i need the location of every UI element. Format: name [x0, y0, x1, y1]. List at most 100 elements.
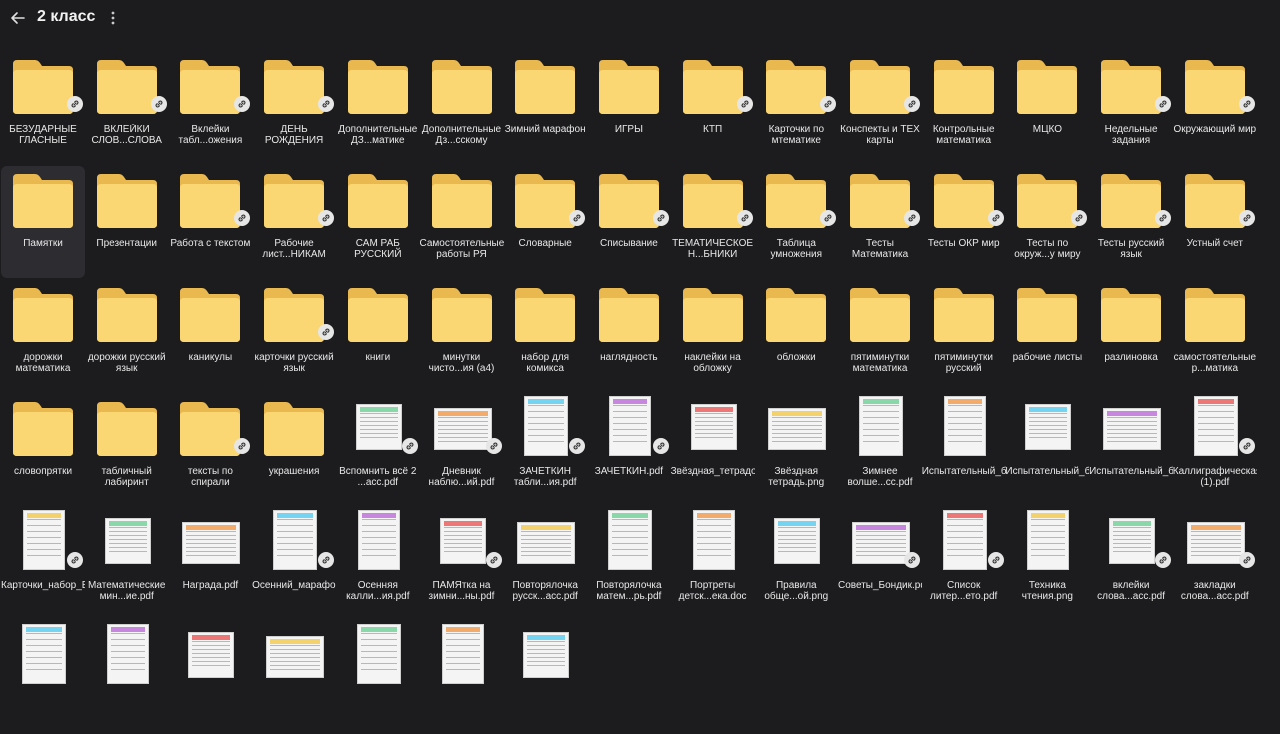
- folder-item[interactable]: Недельные задания: [1089, 52, 1173, 164]
- shared-link-icon: [485, 438, 502, 454]
- folder-item[interactable]: ДЕНЬ РОЖДЕНИЯ: [252, 52, 336, 164]
- folder-item[interactable]: Самостоятельные работы РЯ: [420, 166, 504, 278]
- folder-item[interactable]: ТЕМАТИЧЕСКОЕ Н...БНИКИ: [671, 166, 755, 278]
- file-item[interactable]: [168, 622, 252, 734]
- folder-item[interactable]: Дополнительные Дз...сскому: [420, 52, 504, 164]
- folder-item[interactable]: набор для комикса: [503, 280, 587, 392]
- folder-item[interactable]: Презентации: [85, 166, 169, 278]
- folder-item[interactable]: разлиновка: [1089, 280, 1173, 392]
- shared-link-icon: [234, 210, 251, 226]
- folder-item[interactable]: самостоятельные р...матика: [1173, 280, 1257, 392]
- file-item[interactable]: [85, 622, 169, 734]
- file-item[interactable]: Советы_Бондик.pdf: [838, 508, 922, 620]
- more-options-icon[interactable]: [105, 9, 121, 27]
- folder-item[interactable]: книги: [336, 280, 420, 392]
- file-item[interactable]: [336, 622, 420, 734]
- folder-icon: [513, 280, 577, 354]
- folder-item[interactable]: ИГРЫ: [587, 52, 671, 164]
- file-item[interactable]: Дневник наблю...ий.pdf: [420, 394, 504, 506]
- file-item[interactable]: Повторялочка матем...рь.pdf: [587, 508, 671, 620]
- file-item[interactable]: [503, 622, 587, 734]
- folder-item[interactable]: тексты по спирали: [168, 394, 252, 506]
- folder-item[interactable]: Списывание: [587, 166, 671, 278]
- folder-item[interactable]: САМ РАБ РУССКИЙ: [336, 166, 420, 278]
- folder-item[interactable]: табличный лабиринт: [85, 394, 169, 506]
- folder-item[interactable]: дорожки математика: [1, 280, 85, 392]
- folder-item[interactable]: украшения: [252, 394, 336, 506]
- folder-item[interactable]: каникулы: [168, 280, 252, 392]
- shared-link-icon: [67, 552, 83, 568]
- folder-icon: [764, 280, 828, 354]
- folder-item[interactable]: БЕЗУДАРНЫЕ ГЛАСНЫЕ: [1, 52, 85, 164]
- folder-item[interactable]: Окружающий мир: [1173, 52, 1257, 164]
- file-item[interactable]: Карточки_набор_БО...ИК.pdf: [1, 508, 85, 620]
- folder-item[interactable]: Конспекты и ТЕХ карты: [838, 52, 922, 164]
- folder-item[interactable]: наглядность: [587, 280, 671, 392]
- folder-item[interactable]: дорожки русский язык: [85, 280, 169, 392]
- folder-item[interactable]: пятиминутки математика: [838, 280, 922, 392]
- file-item[interactable]: Испытательный_блок...сс.pdf: [1089, 394, 1173, 506]
- file-item[interactable]: Осенний_марафон_ч...df.pdf: [252, 508, 336, 620]
- folder-item[interactable]: пятиминутки русский: [922, 280, 1006, 392]
- file-item[interactable]: Испытательный_блок...сс.pdf: [922, 394, 1006, 506]
- folder-item[interactable]: Тесты ОКР мир: [922, 166, 1006, 278]
- item-name: Осенний_марафон_ч...df.pdf: [252, 580, 336, 591]
- file-item[interactable]: Математические мин...ие.pdf: [85, 508, 169, 620]
- file-item[interactable]: Каллиграфическая_т...(1).pdf: [1173, 394, 1257, 506]
- file-item[interactable]: Зимнее волше...сс.pdf: [838, 394, 922, 506]
- file-item[interactable]: Звёздная_тетрадочка.pdf.pdf: [671, 394, 755, 506]
- folder-item[interactable]: обложки: [754, 280, 838, 392]
- folder-item[interactable]: Работа с текстом: [168, 166, 252, 278]
- file-item[interactable]: [420, 622, 504, 734]
- folder-item[interactable]: Словарные: [503, 166, 587, 278]
- folder-item[interactable]: словопрятки: [1, 394, 85, 506]
- back-arrow-icon[interactable]: [8, 8, 28, 28]
- shared-link-icon: [904, 552, 920, 568]
- file-item[interactable]: [252, 622, 336, 734]
- folder-item[interactable]: Рабочие лист...НИКАМ: [252, 166, 336, 278]
- file-item[interactable]: ЗАЧЕТКИН табли...ия.pdf: [503, 394, 587, 506]
- folder-item[interactable]: Тесты русский язык: [1089, 166, 1173, 278]
- file-item[interactable]: закладки слова...асс.pdf: [1173, 508, 1257, 620]
- folder-item[interactable]: карточки русский язык: [252, 280, 336, 392]
- item-name: ВКЛЕЙКИ СЛОВ...СЛОВА: [91, 124, 162, 146]
- file-item[interactable]: ЗАЧЕТКИН.pdf: [587, 394, 671, 506]
- folder-item[interactable]: Памятки: [1, 166, 85, 278]
- file-item[interactable]: Вспомнить всё 2 ...асс.pdf: [336, 394, 420, 506]
- folder-item[interactable]: Дополнительные ДЗ...матике: [336, 52, 420, 164]
- folder-item[interactable]: Зимний марафон: [503, 52, 587, 164]
- file-thumbnail: [346, 622, 410, 696]
- file-item[interactable]: Награда.pdf: [168, 508, 252, 620]
- folder-item[interactable]: Контрольные математика: [922, 52, 1006, 164]
- file-item[interactable]: Звёздная тетрадь.png: [754, 394, 838, 506]
- file-item[interactable]: Повторялочка русск...асс.pdf: [503, 508, 587, 620]
- folder-item[interactable]: минутки чисто...ия (а4): [420, 280, 504, 392]
- folder-item[interactable]: Устный счет: [1173, 166, 1257, 278]
- folder-item[interactable]: КТП: [671, 52, 755, 164]
- folder-item[interactable]: рабочие листы: [1005, 280, 1089, 392]
- folder-item[interactable]: ВКЛЕЙКИ СЛОВ...СЛОВА: [85, 52, 169, 164]
- file-item[interactable]: Портреты детск...ека.doc: [671, 508, 755, 620]
- folder-item[interactable]: Вклейки табл...ожения: [168, 52, 252, 164]
- folder-item[interactable]: наклейки на обложку: [671, 280, 755, 392]
- folder-item[interactable]: Тесты Математика: [838, 166, 922, 278]
- file-item[interactable]: Осенняя калли...ия.pdf: [336, 508, 420, 620]
- folder-icon: [11, 52, 75, 126]
- item-name: Вспомнить всё 2 ...асс.pdf: [339, 466, 417, 488]
- file-item[interactable]: Правила обще...ой.png: [754, 508, 838, 620]
- item-name: разлиновка: [1104, 352, 1158, 363]
- item-name: САМ РАБ РУССКИЙ: [354, 238, 402, 260]
- folder-item[interactable]: МЦКО: [1005, 52, 1089, 164]
- file-item[interactable]: ПАМЯтка на зимни...ны.pdf: [420, 508, 504, 620]
- file-item[interactable]: Техника чтения.png: [1005, 508, 1089, 620]
- file-item[interactable]: Список литер...ето.pdf: [922, 508, 1006, 620]
- top-bar: 2 класс: [0, 0, 1280, 40]
- folder-item[interactable]: Тесты по окруж...у миру: [1005, 166, 1089, 278]
- item-name: самостоятельные р...матика: [1173, 352, 1257, 374]
- file-item[interactable]: [1, 622, 85, 734]
- folder-icon: [513, 166, 577, 240]
- file-item[interactable]: Испытательный_блок...сс.pdf: [1005, 394, 1089, 506]
- folder-item[interactable]: Карточки по мтематике: [754, 52, 838, 164]
- folder-item[interactable]: Таблица умножения: [754, 166, 838, 278]
- file-item[interactable]: вклейки слова...асс.pdf: [1089, 508, 1173, 620]
